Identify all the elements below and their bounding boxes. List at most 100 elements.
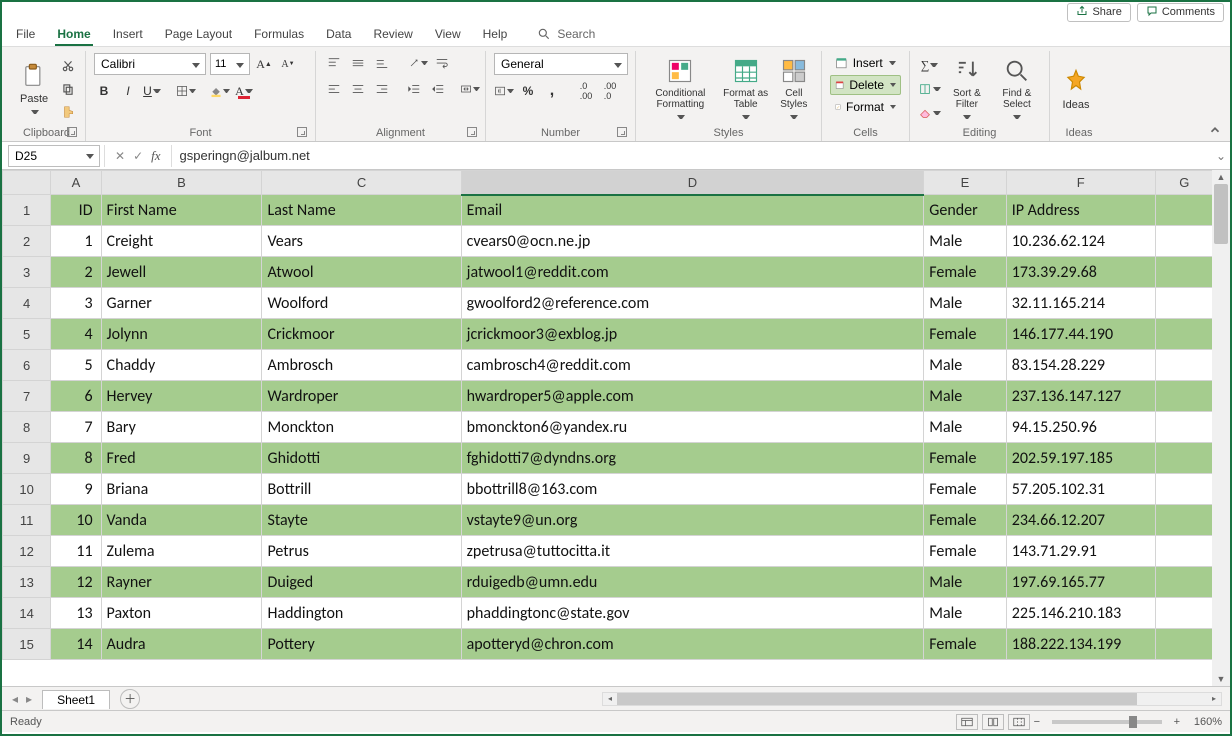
increase-decimal-button[interactable]: .0.00 bbox=[576, 81, 596, 101]
page-layout-view-button[interactable] bbox=[982, 714, 1004, 730]
cell[interactable] bbox=[1155, 474, 1213, 505]
cell[interactable]: ID bbox=[51, 195, 101, 226]
cell[interactable]: Creight bbox=[101, 226, 262, 257]
comma-button[interactable]: , bbox=[542, 81, 562, 101]
cell[interactable]: Male bbox=[924, 412, 1006, 443]
cell[interactable]: Pottery bbox=[262, 629, 461, 660]
row-header[interactable]: 14 bbox=[3, 598, 51, 629]
cell[interactable]: rduigedb@umn.edu bbox=[461, 567, 924, 598]
cell[interactable]: 5 bbox=[51, 350, 101, 381]
collapse-ribbon-button[interactable] bbox=[1208, 123, 1222, 137]
cell[interactable]: Atwool bbox=[262, 257, 461, 288]
number-format-select[interactable]: General bbox=[494, 53, 628, 75]
cell[interactable]: 173.39.29.68 bbox=[1006, 257, 1155, 288]
cell[interactable]: Paxton bbox=[101, 598, 262, 629]
row-header[interactable]: 11 bbox=[3, 505, 51, 536]
column-header-C[interactable]: C bbox=[262, 171, 461, 195]
cell[interactable]: fghidotti7@dyndns.org bbox=[461, 443, 924, 474]
column-header-G[interactable]: G bbox=[1155, 171, 1213, 195]
cell[interactable]: Woolford bbox=[262, 288, 461, 319]
scroll-up-icon[interactable]: ▲ bbox=[1217, 172, 1226, 182]
cell[interactable]: apotteryd@chron.com bbox=[461, 629, 924, 660]
decrease-font-button[interactable]: A▼ bbox=[278, 54, 298, 74]
cell[interactable]: Monckton bbox=[262, 412, 461, 443]
tab-view[interactable]: View bbox=[433, 24, 463, 45]
cell[interactable]: Female bbox=[924, 474, 1006, 505]
tab-insert[interactable]: Insert bbox=[111, 24, 145, 45]
fx-icon[interactable]: fx bbox=[151, 148, 160, 164]
zoom-level[interactable]: 160% bbox=[1194, 716, 1222, 728]
copy-button[interactable] bbox=[58, 79, 78, 99]
cell[interactable]: Ghidotti bbox=[262, 443, 461, 474]
cell[interactable]: Female bbox=[924, 536, 1006, 567]
column-headers[interactable]: ABCDEFG bbox=[3, 171, 1214, 195]
row-header[interactable]: 2 bbox=[3, 226, 51, 257]
increase-font-button[interactable]: A▲ bbox=[254, 54, 274, 74]
cell[interactable]: Female bbox=[924, 505, 1006, 536]
cell[interactable]: 32.11.165.214 bbox=[1006, 288, 1155, 319]
cell[interactable]: Haddington bbox=[262, 598, 461, 629]
cut-button[interactable] bbox=[58, 56, 78, 76]
cell[interactable]: Garner bbox=[101, 288, 262, 319]
font-color-button[interactable]: A bbox=[234, 81, 254, 101]
align-top-button[interactable] bbox=[324, 53, 344, 73]
cell[interactable]: Male bbox=[924, 567, 1006, 598]
cell[interactable]: hwardroper5@apple.com bbox=[461, 381, 924, 412]
cell[interactable]: Male bbox=[924, 350, 1006, 381]
expand-formula-bar-button[interactable]: ⌄ bbox=[1212, 149, 1230, 163]
cell[interactable]: 234.66.12.207 bbox=[1006, 505, 1155, 536]
cell[interactable]: Jewell bbox=[101, 257, 262, 288]
decrease-decimal-button[interactable]: .00.0 bbox=[600, 81, 620, 101]
cell[interactable]: Chaddy bbox=[101, 350, 262, 381]
sheet-nav-next-button[interactable]: ▸ bbox=[26, 692, 32, 706]
cell[interactable]: 12 bbox=[51, 567, 101, 598]
cell[interactable]: Male bbox=[924, 226, 1006, 257]
align-center-button[interactable] bbox=[348, 79, 368, 99]
cell[interactable]: Male bbox=[924, 288, 1006, 319]
format-as-table-button[interactable]: Format as Table bbox=[719, 55, 773, 123]
cell[interactable]: Petrus bbox=[262, 536, 461, 567]
cell[interactable]: 11 bbox=[51, 536, 101, 567]
orientation-button[interactable] bbox=[408, 53, 428, 73]
cell[interactable]: First Name bbox=[101, 195, 262, 226]
cell[interactable]: bmonckton6@yandex.ru bbox=[461, 412, 924, 443]
cell[interactable]: 146.177.44.190 bbox=[1006, 319, 1155, 350]
column-header-E[interactable]: E bbox=[924, 171, 1006, 195]
zoom-in-button[interactable]: + bbox=[1170, 716, 1184, 728]
scroll-right-icon[interactable]: ▸ bbox=[1207, 693, 1221, 705]
cell[interactable]: IP Address bbox=[1006, 195, 1155, 226]
cell[interactable]: 237.136.147.127 bbox=[1006, 381, 1155, 412]
cell[interactable]: vstayte9@un.org bbox=[461, 505, 924, 536]
cell[interactable]: Rayner bbox=[101, 567, 262, 598]
row-header[interactable]: 13 bbox=[3, 567, 51, 598]
increase-indent-button[interactable] bbox=[428, 79, 448, 99]
page-break-view-button[interactable] bbox=[1008, 714, 1030, 730]
cell[interactable]: Audra bbox=[101, 629, 262, 660]
select-all-cell[interactable] bbox=[3, 171, 51, 195]
cell[interactable]: Ambrosch bbox=[262, 350, 461, 381]
cell[interactable]: cambrosch4@reddit.com bbox=[461, 350, 924, 381]
cell[interactable]: 7 bbox=[51, 412, 101, 443]
cell[interactable] bbox=[1155, 443, 1213, 474]
tab-data[interactable]: Data bbox=[324, 24, 353, 45]
cell[interactable] bbox=[1155, 505, 1213, 536]
scrollbar-thumb[interactable] bbox=[617, 693, 1137, 705]
column-header-A[interactable]: A bbox=[51, 171, 101, 195]
cell[interactable] bbox=[1155, 350, 1213, 381]
align-middle-button[interactable] bbox=[348, 53, 368, 73]
fill-color-button[interactable] bbox=[210, 81, 230, 101]
cell[interactable]: 6 bbox=[51, 381, 101, 412]
cell[interactable] bbox=[1155, 257, 1213, 288]
cell[interactable]: jatwool1@reddit.com bbox=[461, 257, 924, 288]
row-header[interactable]: 4 bbox=[3, 288, 51, 319]
cell[interactable] bbox=[1155, 412, 1213, 443]
delete-button[interactable]: Delete bbox=[830, 75, 901, 95]
row-header[interactable]: 1 bbox=[3, 195, 51, 226]
cell[interactable]: 8 bbox=[51, 443, 101, 474]
cell[interactable] bbox=[1155, 319, 1213, 350]
tab-formulas[interactable]: Formulas bbox=[252, 24, 306, 45]
cell[interactable]: Vanda bbox=[101, 505, 262, 536]
cell[interactable] bbox=[1155, 598, 1213, 629]
row-header[interactable]: 7 bbox=[3, 381, 51, 412]
cell[interactable] bbox=[1155, 195, 1213, 226]
